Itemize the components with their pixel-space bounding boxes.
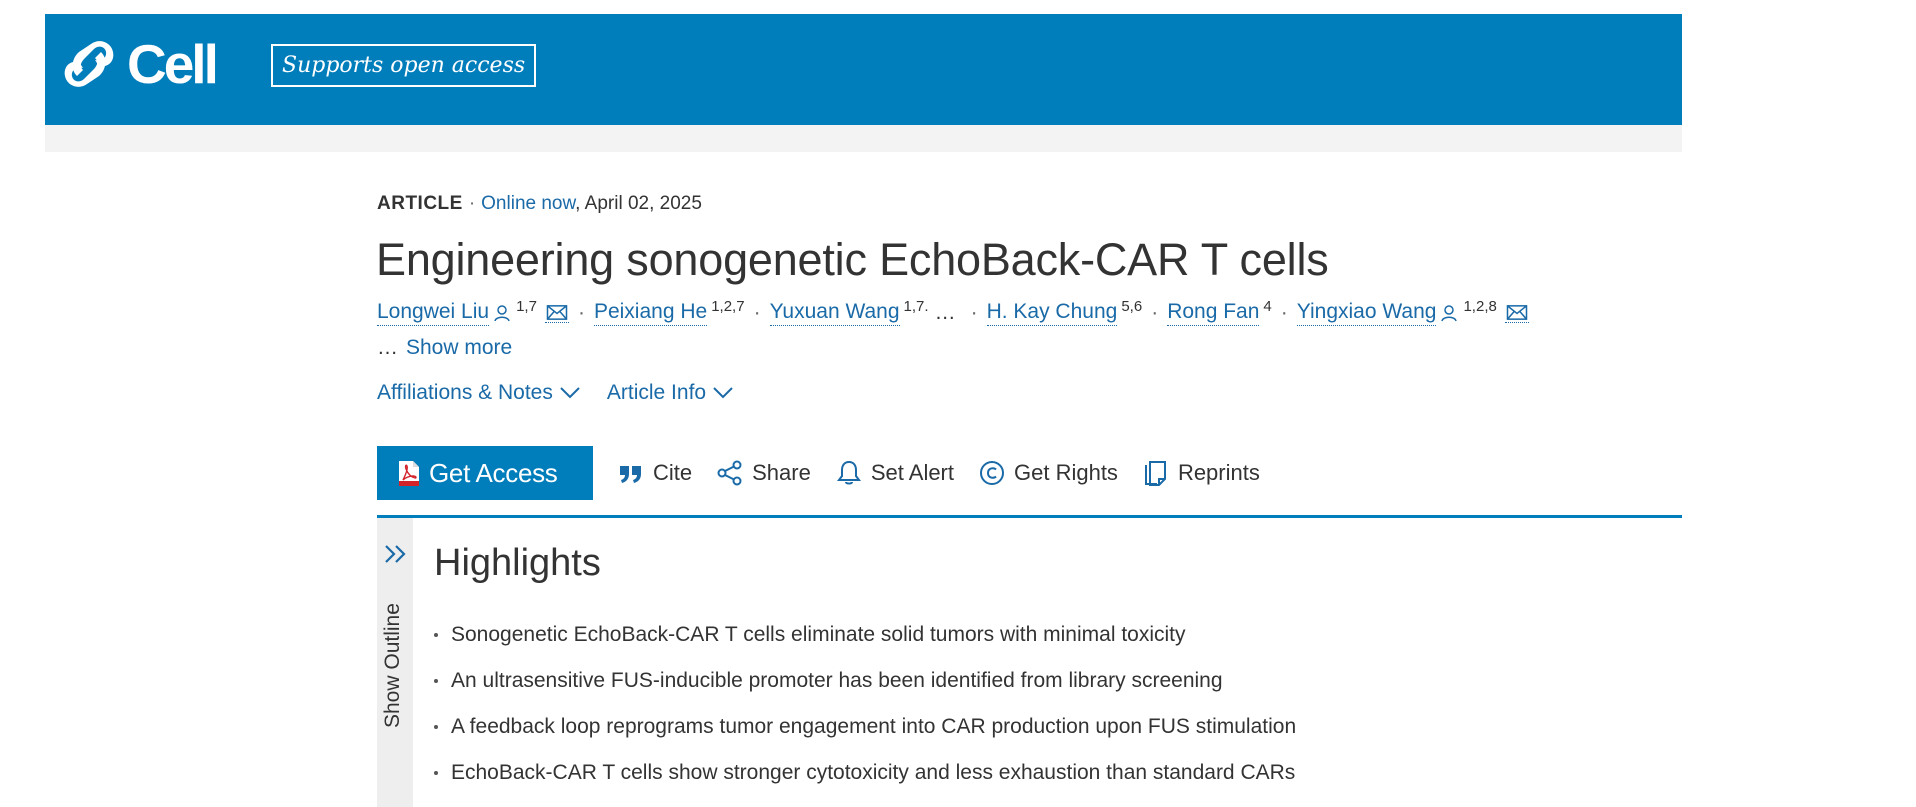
highlight-item: Sonogenetic EchoBack-CAR T cells elimina… — [434, 612, 1296, 658]
toolbar-actions: Cite Share Set Alert Get Rights Reprints — [617, 446, 1260, 500]
bullet-icon — [434, 771, 438, 775]
author-link[interactable]: Longwei Liu — [377, 299, 490, 326]
highlight-item: An ultrasensitive FUS-inducible promoter… — [434, 658, 1296, 704]
set-alert-button[interactable]: Set Alert — [835, 459, 954, 487]
person-icon[interactable] — [1439, 303, 1459, 323]
highlight-item: A feedback loop reprograms tumor engagem… — [434, 704, 1296, 750]
affiliations-notes-label: Affiliations & Notes — [377, 381, 553, 404]
publication-date: , April 02, 2025 — [575, 193, 702, 214]
share-icon — [717, 460, 742, 486]
author-affiliation-sup: 1,7. — [903, 298, 929, 315]
bullet-icon — [434, 679, 438, 683]
article-title: Engineering sonogenetic EchoBack-CAR T c… — [376, 234, 1329, 285]
article-info-label: Article Info — [606, 381, 707, 404]
cite-label: Cite — [653, 460, 693, 485]
double-chevron-right-icon[interactable] — [383, 544, 409, 564]
author-separator: · — [1151, 300, 1159, 324]
cell-logo-icon — [64, 41, 114, 87]
get-rights-button[interactable]: Get Rights — [978, 459, 1118, 487]
author-link[interactable]: Yingxiao Wang — [1296, 299, 1437, 326]
author-separator: · — [1280, 300, 1288, 324]
highlight-text: Sonogenetic EchoBack-CAR T cells elimina… — [451, 623, 1186, 646]
bullet-icon — [434, 633, 438, 637]
highlights-list: Sonogenetic EchoBack-CAR T cells elimina… — [434, 612, 1296, 796]
author-link[interactable]: H. Kay Chung — [986, 299, 1118, 326]
show-more-link[interactable]: Show more — [406, 336, 512, 359]
get-access-label: Get Access — [429, 457, 558, 488]
site-header: Cell Supports open access — [45, 14, 1682, 125]
author-affiliation-sup: 4 — [1263, 298, 1272, 315]
chevron-down-icon — [560, 387, 580, 399]
person-icon[interactable] — [492, 303, 512, 323]
pdf-icon — [399, 460, 419, 486]
share-button[interactable]: Share — [716, 459, 811, 487]
reprints-label: Reprints — [1177, 460, 1260, 485]
online-now-link[interactable]: Online now — [481, 193, 575, 214]
cell-logo-text: Cell — [127, 33, 219, 95]
article-toolbar: Get Access Cite Share Set Alert Get Righ… — [377, 446, 1682, 518]
highlights-heading: Highlights — [434, 542, 601, 584]
author-link[interactable]: Rong Fan — [1167, 299, 1260, 326]
header-divider-band — [45, 125, 1682, 152]
meta-separator: · — [468, 193, 476, 214]
author-link[interactable]: Peixiang He — [593, 299, 708, 326]
highlight-text: EchoBack-CAR T cells show stronger cytot… — [451, 761, 1296, 784]
set-alert-label: Set Alert — [870, 460, 954, 485]
reprints-button[interactable]: Reprints — [1142, 459, 1260, 487]
quote-icon — [620, 466, 641, 483]
document-icon — [1144, 461, 1166, 486]
authors-ellipsis: … — [934, 300, 956, 324]
author-affiliation-sup: 5,6 — [1121, 298, 1143, 315]
author-affiliation-sup: 1,7 — [516, 298, 537, 315]
highlight-text: A feedback loop reprograms tumor engagem… — [451, 715, 1297, 738]
mail-icon[interactable] — [1504, 303, 1529, 323]
copyright-icon — [980, 461, 1004, 485]
article-type: ARTICLE — [377, 193, 463, 214]
article-meta: ARTICLE · Online now, April 02, 2025 — [377, 193, 702, 215]
cite-button[interactable]: Cite — [617, 459, 692, 487]
author-affiliation-sup: 1,2,8 — [1463, 298, 1497, 315]
article-info-links: Affiliations & Notes Article Info — [377, 381, 734, 405]
cell-logo[interactable]: Cell — [61, 33, 219, 95]
article-info-toggle[interactable]: Article Info — [607, 381, 734, 405]
highlight-text: An ultrasensitive FUS-inducible promoter… — [451, 669, 1223, 692]
share-label: Share — [752, 460, 811, 485]
author-separator: · — [970, 300, 978, 324]
author-list: Longwei Liu 1,7 · Peixiang He 1,2,7 · Yu… — [377, 298, 1529, 326]
bullet-icon — [434, 725, 438, 729]
show-outline-label[interactable]: Show Outline — [381, 588, 405, 728]
author-affiliation-sup: 1,2,7 — [711, 298, 745, 315]
get-access-button[interactable]: Get Access — [377, 446, 593, 500]
affiliations-notes-toggle[interactable]: Affiliations & Notes — [377, 381, 581, 405]
chevron-down-icon — [713, 387, 733, 399]
show-more-authors: … Show more — [377, 336, 512, 360]
author-separator: · — [577, 300, 585, 324]
show-more-ellipsis: … — [377, 336, 398, 359]
bell-icon — [836, 460, 861, 485]
open-access-badge: Supports open access — [271, 44, 537, 87]
author-link[interactable]: Yuxuan Wang — [769, 299, 900, 326]
author-separator: · — [753, 300, 761, 324]
highlight-item: EchoBack-CAR T cells show stronger cytot… — [434, 750, 1296, 796]
mail-icon[interactable] — [544, 303, 569, 323]
get-rights-label: Get Rights — [1014, 460, 1118, 485]
